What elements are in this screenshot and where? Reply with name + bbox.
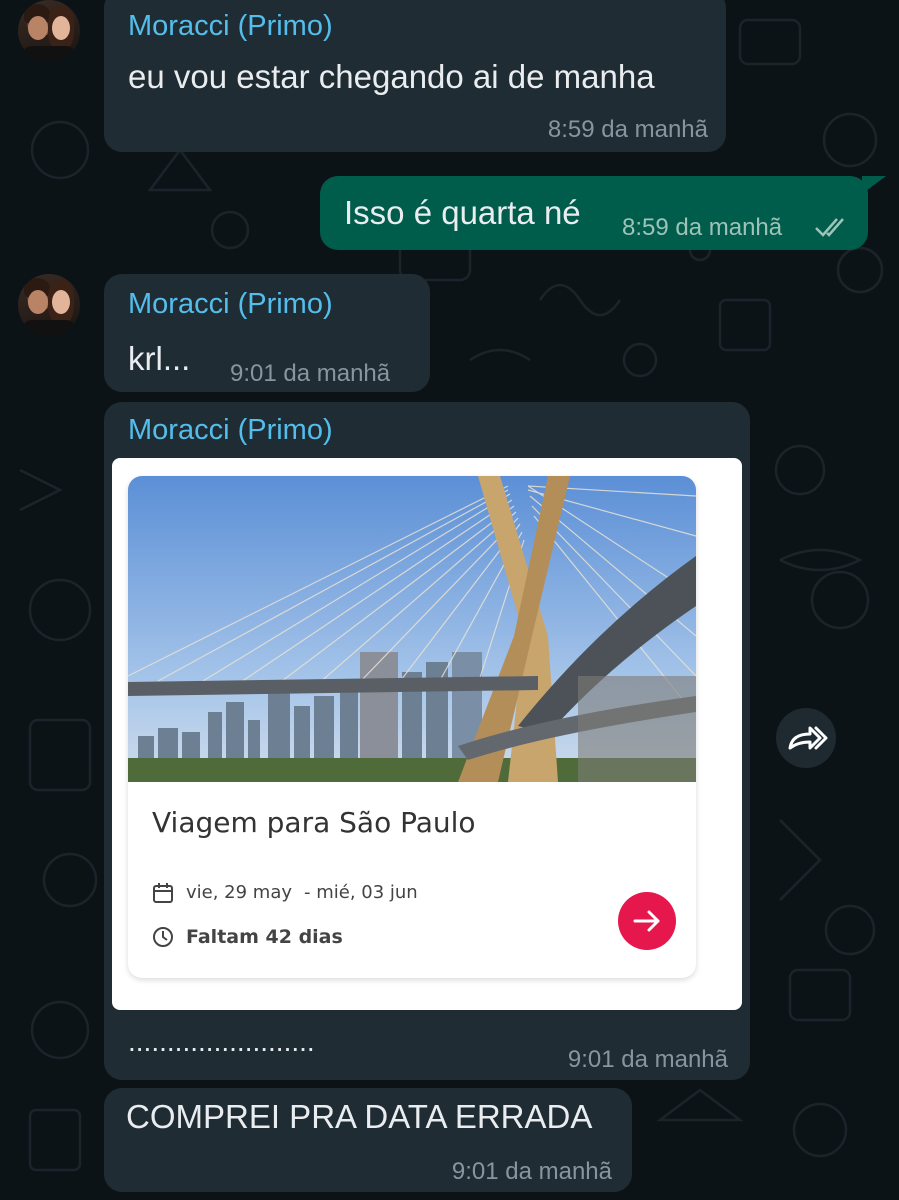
trip-end-date: - mié, 03 jun [304, 882, 418, 903]
open-trip-button[interactable] [618, 892, 676, 950]
trip-card[interactable]: Viagem para São Paulo vie, 29 may - mié,… [128, 476, 696, 978]
trip-countdown: Faltam 42 dias [186, 926, 343, 948]
trip-title: Viagem para São Paulo [152, 806, 476, 839]
avatar[interactable] [18, 0, 80, 62]
image-caption: ........................ [128, 1026, 315, 1057]
message-text: Isso é quarta né [344, 194, 581, 231]
sender-name[interactable]: Moracci (Primo) [128, 414, 333, 447]
avatar[interactable] [18, 274, 80, 336]
outgoing-message[interactable]: Isso é quarta né 8:59 da manhã [320, 176, 868, 250]
arrow-right-icon [633, 910, 660, 932]
incoming-message[interactable]: Moracci (Primo) Viagem para São Paulo vi… [104, 402, 750, 1080]
forward-button[interactable] [776, 708, 836, 768]
double-check-icon [815, 218, 844, 237]
shared-image[interactable]: Viagem para São Paulo vie, 29 may - mié,… [112, 458, 742, 1010]
message-time: 8:59 da manhã [547, 116, 708, 143]
message-time: 9:01 da manhã [567, 1046, 728, 1073]
sender-name[interactable]: Moracci (Primo) [128, 288, 333, 321]
message-text: krl... [128, 340, 191, 377]
incoming-message[interactable]: Moracci (Primo) krl... 9:01 da manhã [104, 274, 430, 392]
incoming-message[interactable]: COMPREI PRA DATA ERRADA 9:01 da manhã [104, 1088, 632, 1192]
trip-start-date: vie, 29 may [186, 882, 293, 903]
calendar-icon [153, 883, 173, 903]
message-text: eu vou estar chegando ai de manha [128, 58, 655, 95]
incoming-message[interactable]: Moracci (Primo) eu vou estar chegando ai… [104, 0, 726, 152]
message-time: 9:01 da manhã [230, 360, 391, 387]
bubble-tail [862, 176, 886, 194]
bridge-photo [128, 476, 696, 782]
forward-icon [788, 726, 828, 750]
message-text: COMPREI PRA DATA ERRADA [126, 1098, 593, 1135]
clock-icon [153, 927, 173, 947]
message-time: 8:59 da manhã [622, 214, 783, 241]
message-time: 9:01 da manhã [451, 1158, 612, 1185]
sender-name[interactable]: Moracci (Primo) [128, 10, 333, 43]
